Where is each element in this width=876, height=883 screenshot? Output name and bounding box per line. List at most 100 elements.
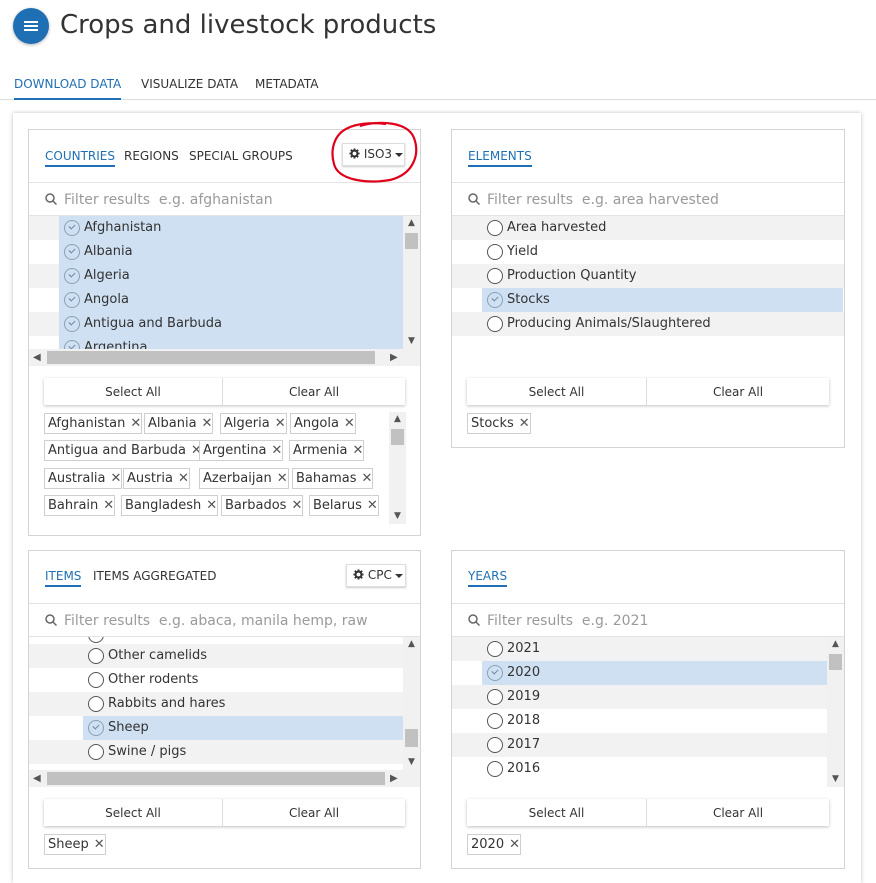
checkbox-other-rodents[interactable] <box>88 672 104 688</box>
checkbox-afghanistan[interactable] <box>64 220 80 236</box>
tab-visualize-data[interactable]: VISUALIZE DATA <box>141 74 238 100</box>
checkbox-2016[interactable] <box>487 761 503 777</box>
close-icon[interactable]: ✕ <box>277 471 288 486</box>
chip-belarus[interactable]: Belarus ✕ <box>309 495 379 516</box>
scroll-left-icon[interactable]: ◀ <box>33 352 41 363</box>
list-item[interactable]: Yield <box>452 240 844 264</box>
scroll-left-icon[interactable]: ◀ <box>33 773 41 784</box>
checkbox-other-camelids[interactable] <box>88 648 104 664</box>
scroll-right-icon[interactable]: ▶ <box>390 773 398 784</box>
scroll-down-icon[interactable]: ▼ <box>393 512 402 521</box>
close-icon[interactable]: ✕ <box>353 443 364 458</box>
scroll-up-icon[interactable]: ▲ <box>393 415 402 424</box>
tab-regions[interactable]: REGIONS <box>124 145 179 167</box>
countries-vertical-scrollbar[interactable]: ▲ ▼ <box>403 216 420 349</box>
close-icon[interactable]: ✕ <box>291 498 302 513</box>
clear-all-button[interactable]: Clear All <box>647 378 829 405</box>
checkbox-rabbits-and-hares[interactable] <box>88 696 104 712</box>
chip-armenia[interactable]: Armenia ✕ <box>289 440 365 461</box>
list-item[interactable]: 2019 <box>452 685 827 709</box>
checkbox-argentina[interactable] <box>64 340 80 349</box>
checkbox-albania[interactable] <box>64 244 80 260</box>
tab-items[interactable]: ITEMS <box>45 565 82 587</box>
checkbox-yield[interactable] <box>487 244 503 260</box>
chip-bahrain[interactable]: Bahrain ✕ <box>44 495 116 516</box>
close-icon[interactable]: ✕ <box>202 416 213 431</box>
close-icon[interactable]: ✕ <box>519 416 530 431</box>
scroll-down-icon[interactable]: ▼ <box>407 758 416 767</box>
countries-horizontal-scrollbar[interactable]: ◀ ▶ <box>29 349 420 366</box>
select-all-button[interactable]: Select All <box>44 378 222 405</box>
coding-system-button[interactable]: CPC <box>346 564 406 587</box>
list-item[interactable]: 2021 <box>452 637 827 661</box>
tab-items-aggregated[interactable]: ITEMS AGGREGATED <box>93 565 216 587</box>
close-icon[interactable]: ✕ <box>103 498 114 513</box>
close-icon[interactable]: ✕ <box>344 416 355 431</box>
tab-elements[interactable]: ELEMENTS <box>468 145 532 167</box>
chip-barbados[interactable]: Barbados ✕ <box>221 495 304 516</box>
chip-antigua-and-barbuda[interactable]: Antigua and Barbuda ✕ <box>44 440 203 461</box>
chip-bangladesh[interactable]: Bangladesh ✕ <box>121 495 219 516</box>
menu-button[interactable] <box>13 8 49 44</box>
close-icon[interactable]: ✕ <box>362 471 373 486</box>
tab-countries[interactable]: COUNTRIES <box>45 145 115 167</box>
chip-bahamas[interactable]: Bahamas ✕ <box>292 468 374 489</box>
list-item[interactable]: 2016 <box>452 757 827 781</box>
scroll-up-icon[interactable]: ▲ <box>831 640 840 649</box>
checkbox-sheep[interactable] <box>88 720 104 736</box>
close-icon[interactable]: ✕ <box>111 471 122 486</box>
chip-azerbaijan[interactable]: Azerbaijan ✕ <box>199 468 289 489</box>
checkbox-angola[interactable] <box>64 292 80 308</box>
list-item[interactable]: Argentina <box>29 336 403 349</box>
years-search-input[interactable] <box>487 610 817 632</box>
tab-special-groups[interactable]: SPECIAL GROUPS <box>189 145 293 167</box>
chip-sheep[interactable]: Sheep ✕ <box>44 834 106 855</box>
checkbox-stocks[interactable] <box>487 292 503 308</box>
checkbox-2017[interactable] <box>487 737 503 753</box>
scroll-up-icon[interactable]: ▲ <box>407 219 416 228</box>
checkbox-antigua-and-barbuda[interactable] <box>64 316 80 332</box>
clear-all-button[interactable]: Clear All <box>647 799 829 826</box>
list-item[interactable]: Afghanistan <box>29 216 403 240</box>
chip-albania[interactable]: Albania ✕ <box>144 413 214 434</box>
close-icon[interactable]: ✕ <box>206 498 217 513</box>
chip-argentina[interactable]: Argentina ✕ <box>199 440 284 461</box>
countries-search-input[interactable] <box>64 189 394 211</box>
tab-download-data[interactable]: DOWNLOAD DATA <box>14 74 122 100</box>
tab-years[interactable]: YEARS <box>468 565 508 587</box>
close-icon[interactable]: ✕ <box>94 837 105 852</box>
close-icon[interactable]: ✕ <box>367 498 378 513</box>
chip-stocks[interactable]: Stocks ✕ <box>467 413 531 434</box>
list-item[interactable]: Other rodents <box>29 668 403 692</box>
items-horizontal-scrollbar[interactable]: ◀ ▶ <box>29 770 420 787</box>
list-item[interactable]: Swine / pigs <box>29 740 403 764</box>
checkbox-2020[interactable] <box>487 665 503 681</box>
checkbox-2018[interactable] <box>487 713 503 729</box>
scroll-down-icon[interactable]: ▼ <box>407 337 416 346</box>
list-item[interactable]: Rabbits and hares <box>29 692 403 716</box>
list-item[interactable]: Stocks <box>452 288 844 312</box>
checkbox-production-quantity[interactable] <box>487 268 503 284</box>
chip-algeria[interactable]: Algeria ✕ <box>220 413 287 434</box>
close-icon[interactable]: ✕ <box>271 443 282 458</box>
years-vertical-scrollbar[interactable]: ▲ ▼ <box>827 637 844 787</box>
elements-search-input[interactable] <box>487 189 817 211</box>
list-item[interactable]: 2018 <box>452 709 827 733</box>
scroll-up-icon[interactable]: ▲ <box>407 640 416 649</box>
list-item[interactable]: Antigua and Barbuda <box>29 312 403 336</box>
list-item[interactable]: Algeria <box>29 264 403 288</box>
chip-austria[interactable]: Austria ✕ <box>123 468 190 489</box>
close-icon[interactable]: ✕ <box>509 837 520 852</box>
select-all-button[interactable]: Select All <box>467 378 646 405</box>
list-item[interactable]: Sheep <box>29 716 403 740</box>
scroll-right-icon[interactable]: ▶ <box>390 352 398 363</box>
items-vertical-scrollbar[interactable]: ▲ ▼ <box>403 637 420 770</box>
checkbox-swine-pigs[interactable] <box>88 744 104 760</box>
chip-angola[interactable]: Angola ✕ <box>290 413 356 434</box>
list-item[interactable]: Albania <box>29 240 403 264</box>
chip-afghanistan[interactable]: Afghanistan ✕ <box>44 413 143 434</box>
list-item[interactable]: 2017 <box>452 733 827 757</box>
select-all-button[interactable]: Select All <box>467 799 646 826</box>
list-item[interactable]: Area harvested <box>452 216 844 240</box>
list-item[interactable]: Producing Animals/Slaughtered <box>452 312 844 336</box>
